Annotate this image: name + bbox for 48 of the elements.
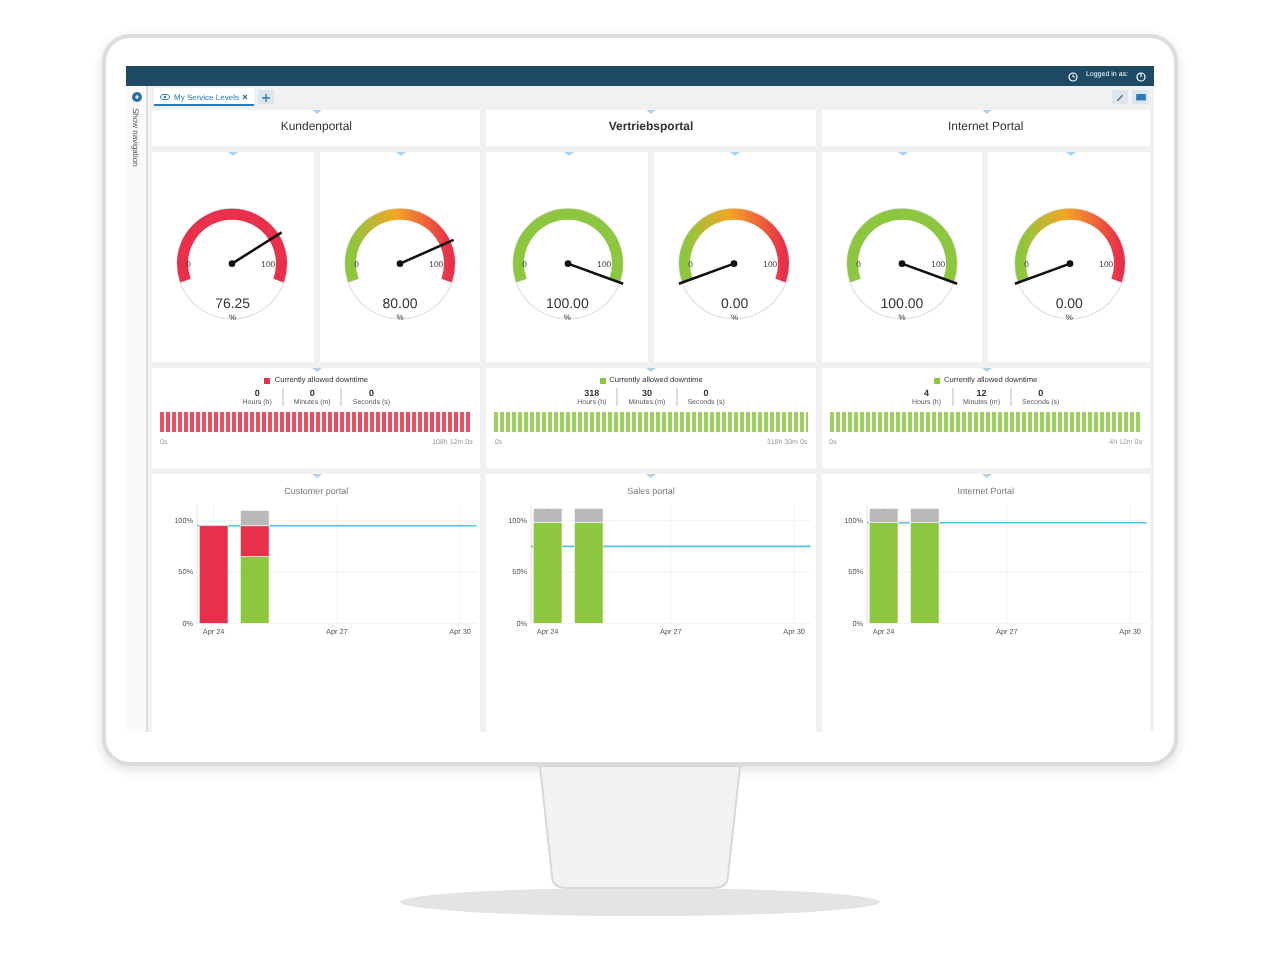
- gauge-band: [345, 207, 455, 282]
- drag-handle-icon[interactable]: [981, 368, 992, 372]
- gauge-outline: [344, 207, 456, 319]
- pencil-icon: [1116, 93, 1124, 101]
- drag-handle-icon[interactable]: [981, 110, 992, 114]
- drag-handle-icon[interactable]: [563, 152, 574, 156]
- gauge-outline: [511, 207, 623, 319]
- gauge-band: [847, 207, 957, 282]
- close-icon[interactable]: [242, 93, 249, 99]
- gauge-outline: [846, 207, 958, 319]
- display-icon: [1135, 93, 1145, 101]
- eye-icon: [160, 93, 170, 99]
- logout-icon[interactable]: [1136, 71, 1146, 81]
- drag-handle-icon[interactable]: [646, 368, 657, 372]
- gauge-needle: [229, 230, 283, 266]
- display-button[interactable]: [1132, 90, 1148, 104]
- drag-handle-icon[interactable]: [981, 474, 992, 478]
- drag-handle-icon[interactable]: [646, 474, 657, 478]
- y-axis-line: [196, 504, 198, 624]
- drag-handle-icon[interactable]: [646, 110, 657, 114]
- chart-bar: [198, 525, 229, 624]
- add-tab-button[interactable]: [258, 90, 275, 104]
- gauge-outline: [679, 207, 791, 319]
- drag-handle-icon[interactable]: [312, 110, 323, 114]
- gauge-needle: [898, 259, 958, 284]
- gauge-needle: [1013, 259, 1073, 284]
- gauge-band: [1014, 207, 1125, 282]
- plus-icon: [262, 93, 271, 101]
- drag-handle-icon[interactable]: [312, 474, 323, 478]
- drag-handle-icon[interactable]: [1065, 152, 1076, 156]
- gauge-band: [512, 207, 623, 282]
- drag-handle-icon[interactable]: [228, 152, 239, 156]
- navigation-icon[interactable]: [131, 92, 141, 102]
- gauge-band: [679, 207, 790, 282]
- clock-icon[interactable]: [1067, 71, 1078, 81]
- gauge-needle: [396, 237, 455, 266]
- gauge-outline: [1013, 207, 1125, 319]
- drag-handle-icon[interactable]: [395, 152, 406, 156]
- edit-button[interactable]: [1112, 90, 1128, 104]
- drag-handle-icon[interactable]: [897, 152, 908, 156]
- gauge-outline: [177, 207, 289, 319]
- gauge-needle: [679, 259, 738, 284]
- drag-handle-icon[interactable]: [730, 152, 741, 156]
- gauge-needle: [564, 259, 623, 284]
- drag-handle-icon[interactable]: [312, 368, 323, 372]
- y-axis-line: [531, 504, 533, 624]
- gauge-band: [177, 207, 288, 282]
- y-axis-line: [866, 504, 867, 624]
